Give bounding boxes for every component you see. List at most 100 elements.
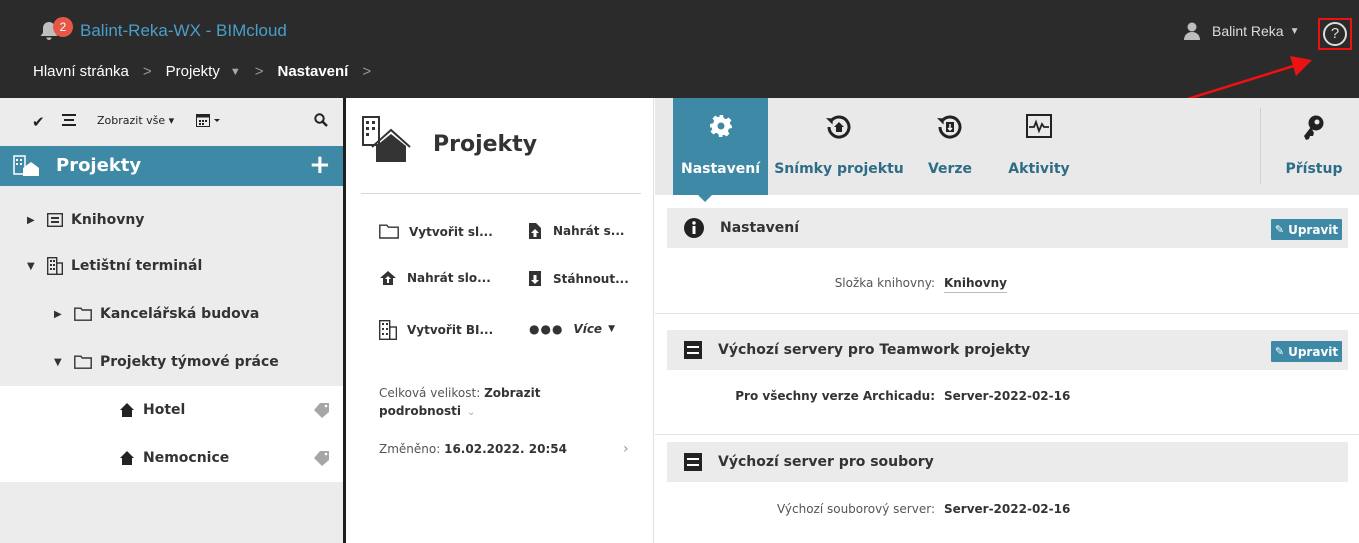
collapse-icon[interactable]: ▼	[27, 261, 41, 272]
tag-icon[interactable]	[313, 450, 331, 466]
action-label: Vytvořit BI...	[407, 323, 494, 337]
action-label: Nahrát slo...	[407, 271, 491, 285]
tag-icon[interactable]	[313, 402, 331, 418]
tree-item-label: Letištní terminál	[71, 258, 203, 274]
caret-down-icon: ▼	[1289, 25, 1300, 37]
filter-dropdown[interactable]: Zobrazit vše ▾	[97, 114, 174, 127]
expand-icon[interactable]: ▶	[27, 215, 41, 226]
edit-settings-button[interactable]: ✎ Upravit	[1271, 219, 1342, 240]
projects-header[interactable]: Projekty +	[0, 146, 343, 186]
app-title: Balint-Reka-WX - BIMcloud	[80, 21, 287, 40]
breadcrumb-home[interactable]: Hlavní stránka	[33, 63, 129, 80]
upload-icon	[529, 223, 541, 239]
expand-icon[interactable]: ▶	[54, 309, 68, 320]
info-icon	[684, 218, 704, 238]
list-menu-icon[interactable]	[62, 114, 76, 126]
breadcrumb-projects[interactable]: Projekty	[166, 63, 220, 80]
help-icon[interactable]: ?	[1323, 22, 1347, 46]
tree-item-label: Projekty týmové práce	[100, 354, 279, 370]
more-action[interactable]: ●●● Více ▼	[529, 322, 615, 336]
collapse-icon[interactable]: ▼	[54, 357, 68, 368]
check-icon[interactable]: ✔	[32, 113, 45, 131]
breadcrumb-settings[interactable]: Nastavení	[277, 63, 348, 80]
tab-divider	[1260, 108, 1261, 184]
breadcrumb: Hlavní stránka > Projekty ▼ > Nastavení …	[33, 63, 385, 80]
section-title: Nastavení	[720, 220, 800, 236]
size-value[interactable]: podrobnosti	[379, 404, 461, 418]
library-icon	[47, 213, 63, 227]
size-value[interactable]: Zobrazit	[484, 386, 540, 400]
calendar-dropdown[interactable]	[196, 113, 222, 127]
tab-snapshots[interactable]: Snímky projektu	[768, 98, 910, 195]
notification-badge: 2	[53, 17, 73, 37]
user-menu[interactable]: Balint Reka ▼	[1184, 22, 1300, 40]
download-action[interactable]: Stáhnout...	[527, 270, 629, 288]
tree-item-label: Knihovny	[71, 212, 145, 228]
settings-panel: Nastavení Snímky projektu Verze Aktivity…	[655, 98, 1359, 543]
section-title: Výchozí server pro soubory	[718, 454, 934, 470]
tab-activities[interactable]: Aktivity	[990, 98, 1088, 195]
action-label: Nahrát s...	[553, 224, 625, 238]
tree-item-teamwork[interactable]: ▼ Projekty týmové práce	[0, 338, 343, 386]
tab-label: Aktivity	[1008, 161, 1070, 177]
tree-item-office[interactable]: ▶ Kancelářská budova	[0, 290, 343, 338]
chevron-down-icon[interactable]: ⌄	[467, 407, 475, 418]
section-teamwork-servers: Výchozí servery pro Teamwork projekty ✎ …	[667, 330, 1348, 370]
snapshot-icon	[826, 115, 851, 139]
tree-item-library[interactable]: ▶ Knihovny	[0, 196, 343, 244]
edit-teamwork-button[interactable]: ✎ Upravit	[1271, 341, 1342, 362]
section-settings: Nastavení ✎ Upravit	[667, 208, 1348, 248]
sidebar: ✔ Zobrazit vše ▾ Projekty + ▶ Knihovny ▼…	[0, 98, 346, 543]
tab-label: Snímky projektu	[774, 161, 904, 177]
upload-action[interactable]: Nahrát s...	[527, 222, 624, 240]
create-folder-action[interactable]: Vytvořit sl...	[379, 224, 493, 239]
gear-icon	[709, 115, 732, 137]
activity-icon	[1026, 114, 1052, 138]
chevron-right-icon[interactable]: ›	[623, 441, 629, 457]
details-panel: Projekty Vytvořit sl... Nahrát s... Nahr…	[349, 98, 654, 543]
tree-item-airport[interactable]: ▼ Letištní terminál	[0, 242, 343, 290]
panel-title: Projekty	[433, 132, 538, 157]
divider	[361, 193, 641, 194]
create-bim-action[interactable]: Vytvořit BI...	[379, 320, 493, 340]
divider	[655, 313, 1359, 314]
tab-versions[interactable]: Verze	[910, 98, 990, 195]
search-icon[interactable]	[314, 113, 328, 127]
tree-item-label: Kancelářská budova	[100, 306, 260, 322]
tree-item-hospital[interactable]: Nemocnice	[0, 434, 343, 482]
action-label: Stáhnout...	[553, 272, 629, 286]
action-label: Vytvořit sl...	[409, 224, 493, 239]
modified-date: Změněno: 16.02.2022. 20:54	[379, 440, 567, 458]
upload-folder-icon	[380, 271, 396, 285]
section-title: Výchozí servery pro Teamwork projekty	[718, 342, 1031, 358]
property-value: Server-2022-02-16	[944, 389, 1071, 403]
library-folder-link[interactable]: Knihovny	[944, 276, 1007, 293]
add-project-button[interactable]: +	[309, 150, 331, 180]
building-icon	[379, 320, 397, 340]
key-icon	[1304, 115, 1324, 140]
notifications[interactable]: 2	[38, 17, 73, 43]
tab-bar: Nastavení Snímky projektu Verze Aktivity…	[655, 98, 1359, 195]
caret-down-icon[interactable]: ▼	[230, 66, 241, 78]
tree-item-hotel[interactable]: Hotel	[0, 386, 343, 434]
breadcrumb-separator: >	[142, 63, 152, 80]
help-highlight: ?	[1318, 18, 1352, 50]
upload-folder-action[interactable]: Nahrát slo...	[379, 270, 491, 286]
modified-value: 16.02.2022. 20:54	[444, 442, 567, 456]
tab-settings[interactable]: Nastavení	[673, 98, 768, 195]
folder-icon	[74, 355, 92, 369]
tab-access[interactable]: Přístup	[1269, 98, 1359, 195]
calendar-icon	[196, 114, 220, 127]
breadcrumb-separator: >	[362, 63, 372, 80]
button-label: Upravit	[1288, 344, 1339, 359]
pencil-icon: ✎	[1274, 345, 1285, 358]
caret-down-icon: ▼	[608, 324, 615, 334]
property-label: Pro všechny verze Archicadu:	[735, 389, 935, 403]
folder-icon	[379, 224, 399, 239]
server-icon	[684, 341, 702, 359]
tree-item-label: Hotel	[143, 402, 186, 418]
projects-building-icon	[362, 116, 411, 162]
property-value: Server-2022-02-16	[944, 502, 1071, 516]
user-name: Balint Reka	[1212, 23, 1284, 39]
project-house-icon	[120, 451, 134, 465]
